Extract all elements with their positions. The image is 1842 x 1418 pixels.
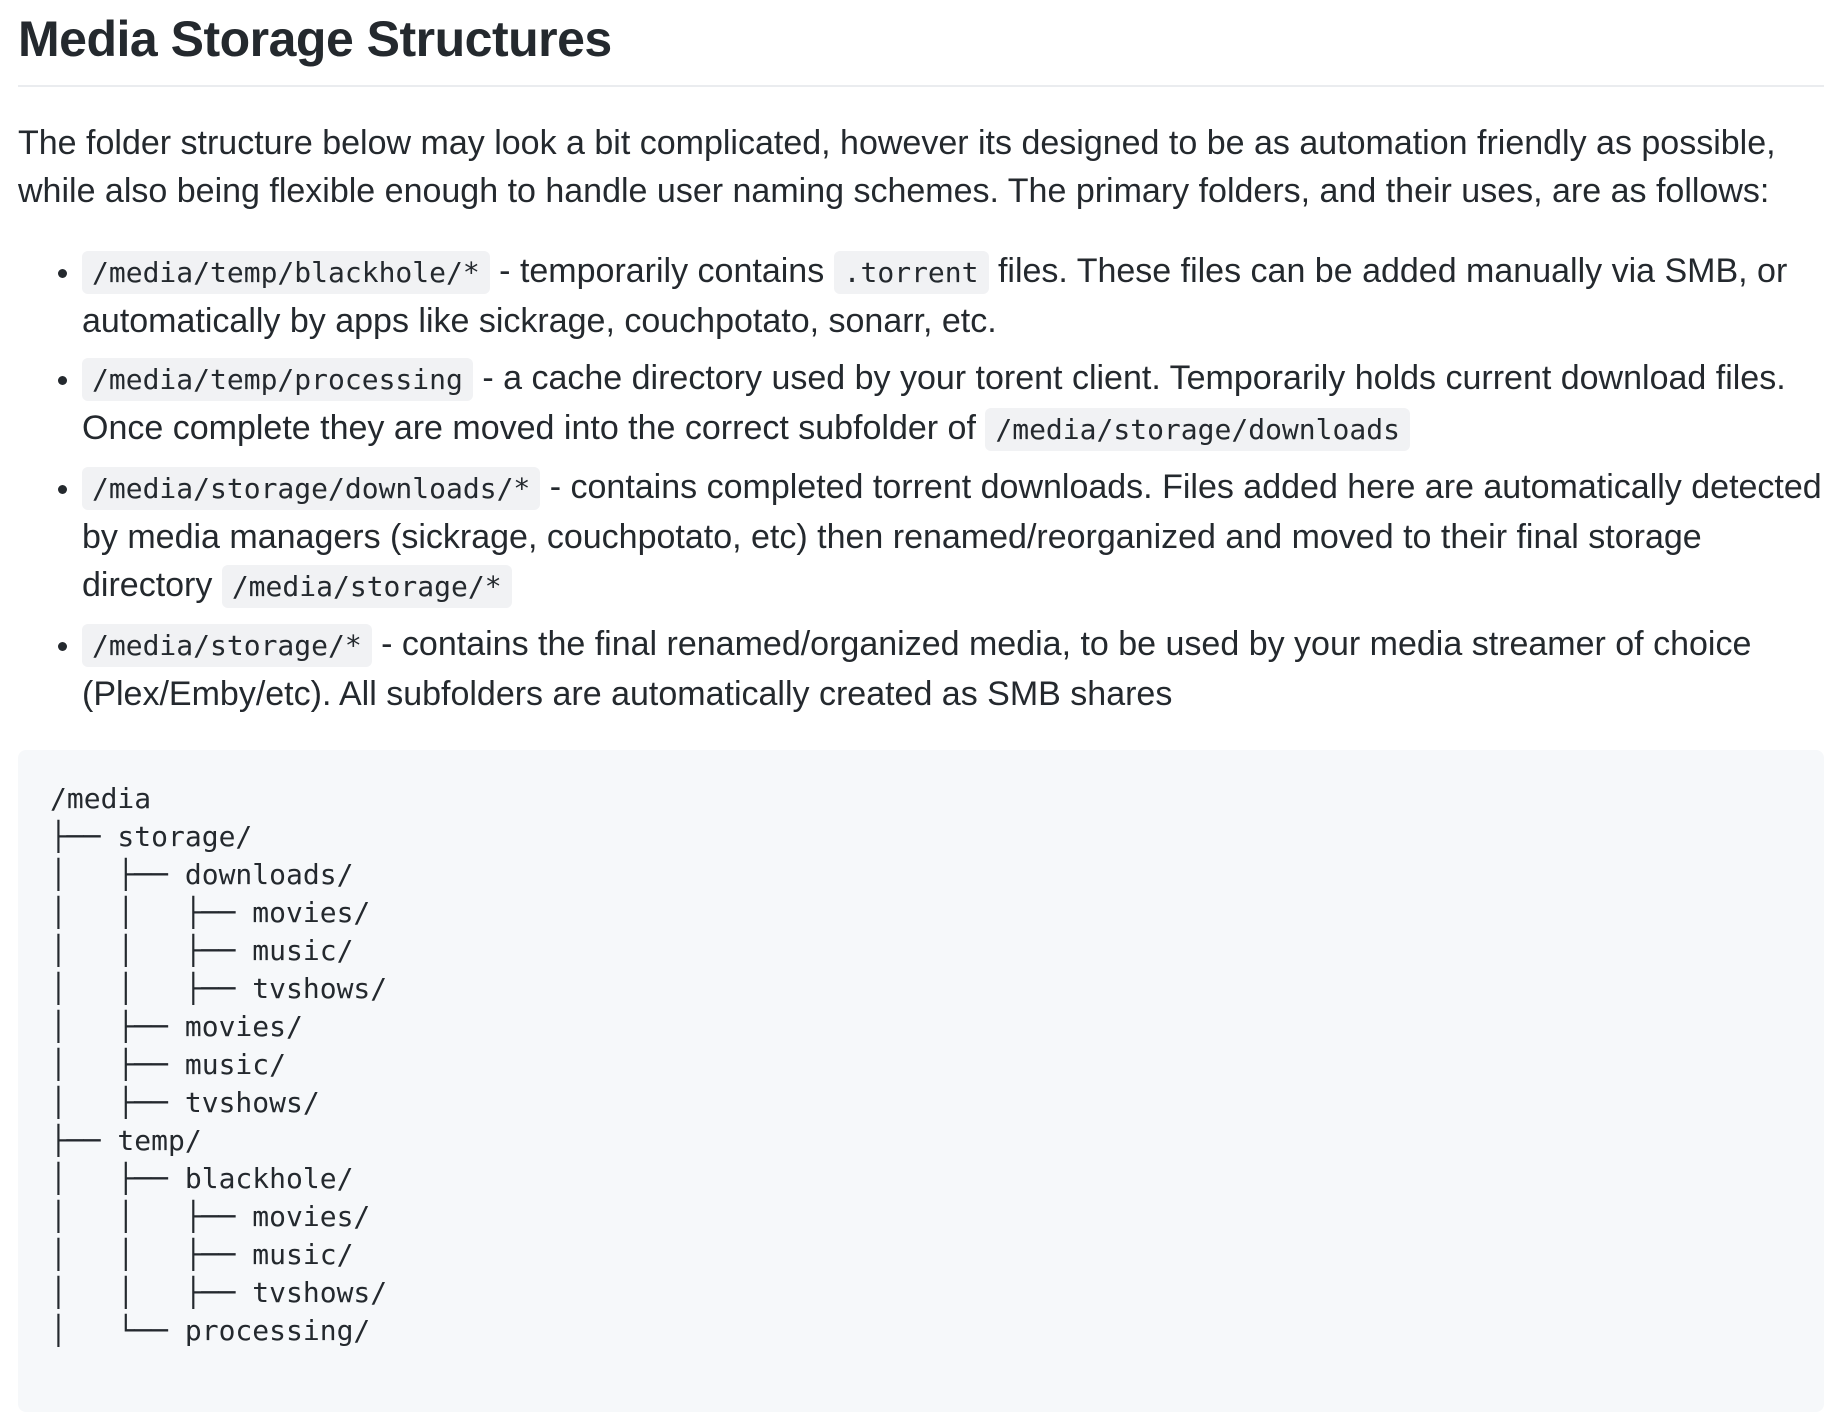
- tree-line: │ │ ├── tvshows/: [50, 971, 388, 1005]
- tree-line: │ ├── music/: [50, 1047, 287, 1081]
- tree-line: │ ├── downloads/: [50, 857, 354, 891]
- tree-line: │ │ ├── tvshows/: [50, 1275, 388, 1309]
- tree-line: │ ├── tvshows/: [50, 1085, 320, 1119]
- tree-line: │ │ ├── music/: [50, 933, 354, 967]
- tree-line: │ │ ├── movies/: [50, 1199, 371, 1233]
- tree-line: ├── storage/: [50, 819, 253, 853]
- inline-code: /media/storage/downloads: [985, 407, 1410, 451]
- tree-line: │ └── processing/: [50, 1313, 371, 1347]
- list-item: /media/temp/processing - a cache directo…: [82, 354, 1824, 454]
- list-item: /media/storage/* - contains the final re…: [82, 620, 1824, 718]
- folder-tree-code-block: /media ├── storage/ │ ├── downloads/ │ │ ├─…: [18, 749, 1824, 1412]
- tree-line: /media: [50, 781, 152, 815]
- folder-list: /media/temp/blackhole/* - temporarily co…: [18, 247, 1824, 718]
- tree-line: │ ├── blackhole/: [50, 1161, 354, 1195]
- tree-line: │ │ ├── music/: [50, 1237, 354, 1271]
- tree-line: ├── temp/: [50, 1123, 202, 1157]
- tree-line: │ ├── movies/: [50, 1009, 303, 1043]
- inline-code: /media/storage/*: [221, 564, 512, 608]
- inline-code: /media/storage/*: [82, 623, 372, 667]
- list-item-text: - temporarily contains: [489, 251, 834, 290]
- inline-code: /media/temp/blackhole/*: [82, 250, 490, 294]
- list-item: /media/storage/downloads/* - contains co…: [82, 463, 1824, 611]
- inline-code: /media/storage/downloads/*: [82, 466, 541, 510]
- section-heading: Media Storage Structures: [18, 0, 1824, 87]
- inline-code: /media/temp/processing: [82, 357, 473, 401]
- tree-line: │ │ ├── movies/: [50, 895, 371, 929]
- markdown-body: Media Storage Structures The folder stru…: [0, 0, 1842, 1412]
- list-item: /media/temp/blackhole/* - temporarily co…: [82, 247, 1824, 345]
- intro-paragraph: The folder structure below may look a bi…: [18, 123, 1776, 210]
- inline-code: .torrent: [833, 250, 989, 294]
